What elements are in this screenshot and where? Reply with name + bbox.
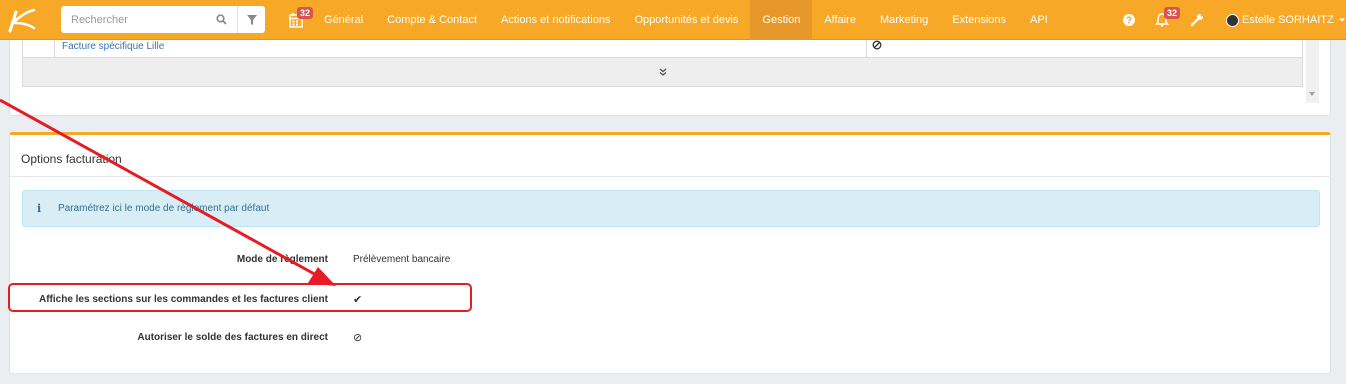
panel-title: Options facturation — [21, 152, 122, 166]
caret-down-icon — [1338, 18, 1345, 22]
nav-actions-notifications[interactable]: Actions et notifications — [489, 0, 622, 40]
nav-opportunites-devis[interactable]: Opportunités et devis — [622, 0, 750, 40]
help-icon[interactable]: ? — [1122, 13, 1136, 27]
nav-affaire[interactable]: Affaire — [812, 0, 868, 40]
user-name: Estelle SORHAITZ — [1242, 14, 1334, 26]
top-navigation-bar: 32 Général Compte & Contact Actions et n… — [0, 0, 1346, 40]
table-row: Facture spécifique Lille — [22, 40, 1303, 58]
field-label: Autoriser le solde des factures en direc… — [137, 332, 328, 343]
nav-api[interactable]: API — [1018, 0, 1060, 40]
main-menu: Général Compte & Contact Actions et noti… — [312, 0, 1060, 40]
search-button[interactable] — [207, 6, 235, 33]
nav-gestion[interactable]: Gestion — [750, 0, 813, 40]
filter-button[interactable] — [237, 6, 265, 33]
scroll-down-arrow-icon[interactable] — [1309, 92, 1315, 96]
nav-extensions[interactable]: Extensions — [940, 0, 1018, 40]
nav-general[interactable]: Général — [312, 0, 375, 40]
user-menu[interactable]: Estelle SORHAITZ — [1226, 12, 1346, 28]
field-label: Mode de règlement — [236, 254, 328, 265]
nav-marketing[interactable]: Marketing — [868, 0, 940, 40]
field-row-direct-settlement: Autoriser le solde des factures en direc… — [10, 331, 1330, 347]
info-icon: i — [37, 202, 42, 215]
nav-compte-contact[interactable]: Compte & Contact — [375, 0, 489, 40]
field-row-payment-mode: Mode de règlement Prélèvement bancaire — [10, 253, 1330, 269]
double-chevron-down-icon — [659, 68, 666, 76]
filter-icon — [246, 14, 257, 25]
panel-header: Options facturation — [10, 135, 1330, 177]
billing-options-panel: Options facturation i Paramétrez ici le … — [9, 132, 1331, 374]
wrench-icon[interactable] — [1190, 13, 1204, 27]
search-input[interactable] — [61, 6, 207, 33]
column-divider — [866, 40, 867, 58]
factures-panel: Facture spécifique Lille — [9, 40, 1331, 116]
avatar — [1226, 13, 1239, 27]
highlight-box — [8, 283, 472, 312]
search-icon — [215, 14, 227, 25]
calendar-badge: 32 — [297, 7, 314, 19]
facture-link[interactable]: Facture spécifique Lille — [62, 40, 164, 57]
app-logo-icon[interactable] — [6, 6, 36, 34]
ban-icon — [872, 40, 882, 50]
ban-icon: ⊘ — [353, 332, 363, 344]
show-more-button[interactable] — [22, 58, 1303, 87]
field-value: Prélèvement bancaire — [353, 254, 451, 265]
svg-text:?: ? — [1126, 16, 1132, 27]
column-divider — [54, 40, 55, 58]
search-box — [61, 6, 265, 33]
info-text: Paramétrez ici le mode de règlement par … — [58, 203, 270, 214]
notifications-badge: 32 — [1164, 7, 1181, 19]
info-alert: i Paramétrez ici le mode de règlement pa… — [22, 190, 1320, 227]
